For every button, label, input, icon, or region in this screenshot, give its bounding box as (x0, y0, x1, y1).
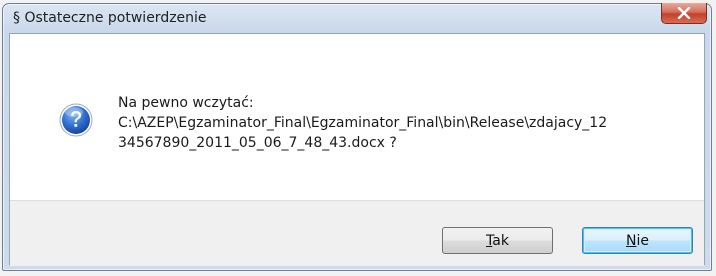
close-icon (677, 7, 691, 19)
dialog-client-area: Na pewno wczytać: C:\AZEP\Egzaminator_Fi… (9, 33, 705, 266)
no-label-rest: ie (636, 232, 649, 249)
dialog-title: § Ostateczne potwierdzenie (13, 10, 207, 26)
no-button-label: Nie (626, 233, 649, 249)
question-icon (59, 103, 93, 137)
button-bar: Tak Nie (10, 200, 704, 266)
message-area: Na pewno wczytać: C:\AZEP\Egzaminator_Fi… (10, 34, 704, 200)
yes-button[interactable]: Tak (442, 227, 553, 254)
no-mnemonic: N (626, 232, 637, 249)
yes-button-label: Tak (486, 233, 509, 249)
message-line-1: Na pewno wczytać: (118, 95, 254, 111)
message-line-2: C:\AZEP\Egzaminator_Final\Egzaminator_Fi… (118, 115, 608, 131)
close-button[interactable] (661, 3, 707, 24)
message-text: Na pewno wczytać: C:\AZEP\Egzaminator_Fi… (118, 93, 688, 153)
confirmation-dialog: § Ostateczne potwierdzenie Na pewno wczy… (2, 3, 712, 271)
title-bar[interactable]: § Ostateczne potwierdzenie (3, 3, 711, 34)
message-line-3: 34567890_2011_05_06_7_48_43.docx ? (118, 135, 397, 151)
yes-label-rest: ak (492, 232, 509, 249)
no-button[interactable]: Nie (582, 227, 693, 254)
